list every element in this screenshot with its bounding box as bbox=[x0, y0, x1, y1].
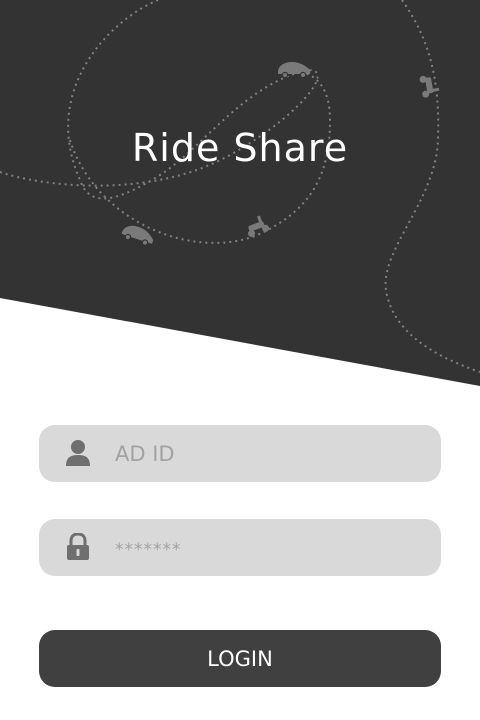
username-input[interactable] bbox=[115, 425, 415, 482]
app-title: Ride Share bbox=[131, 126, 349, 170]
lock-icon bbox=[67, 533, 89, 560]
user-icon bbox=[66, 440, 90, 466]
password-input[interactable] bbox=[115, 519, 415, 576]
header-banner: Ride Share bbox=[0, 0, 480, 390]
login-button[interactable]: LOGIN bbox=[39, 630, 441, 687]
password-field[interactable] bbox=[39, 519, 441, 576]
username-field[interactable] bbox=[39, 425, 441, 482]
header-background bbox=[0, 0, 480, 386]
